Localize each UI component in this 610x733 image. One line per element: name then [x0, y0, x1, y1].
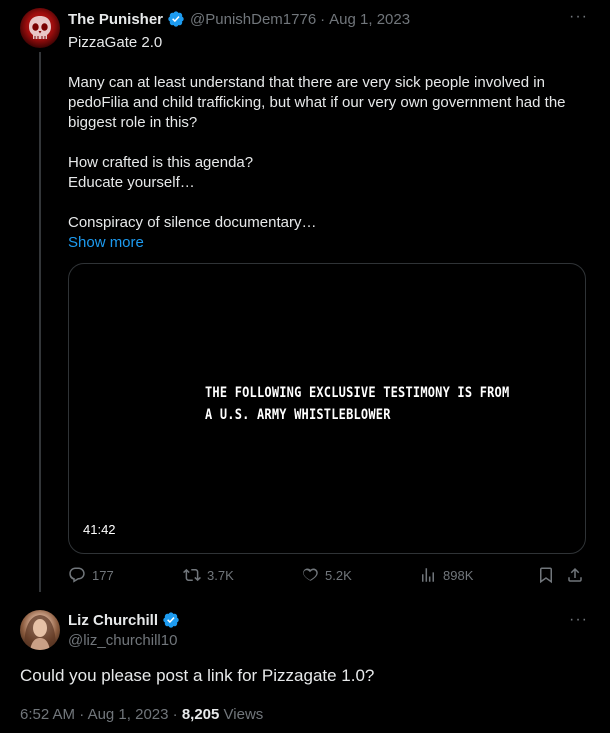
- reply-tweet: Liz Churchill @liz_churchill10 ··· Could…: [0, 600, 610, 733]
- repost-button[interactable]: 3.7K: [183, 566, 234, 584]
- verified-icon: [168, 11, 184, 27]
- bookmark-icon: [540, 567, 552, 584]
- action-bar: 177 3.7K 5.2K 898K: [68, 566, 590, 590]
- avatar[interactable]: [20, 610, 60, 650]
- separator: ·: [320, 10, 326, 28]
- tweet-meta: 6:52 AM · Aug 1, 2023 · 8,205 Views: [20, 706, 263, 723]
- verified-icon: [163, 612, 179, 628]
- views-label: Views: [223, 706, 264, 723]
- tweet-date[interactable]: Aug 1, 2023: [329, 11, 410, 28]
- like-icon: [303, 568, 318, 581]
- video-caption: THE FOLLOWING EXCLUSIVE TESTIMONY IS FRO…: [205, 382, 509, 426]
- show-more-link[interactable]: Show more: [68, 233, 593, 253]
- separator: ·: [172, 706, 178, 723]
- tweet-time[interactable]: 6:52 AM: [20, 706, 75, 723]
- parent-tweet: The Punisher @PunishDem1776 · Aug 1, 202…: [0, 0, 610, 600]
- share-icon: [568, 567, 582, 582]
- author-name[interactable]: Liz Churchill: [68, 612, 158, 629]
- reply-count: 177: [92, 567, 114, 583]
- views-button[interactable]: 898K: [419, 566, 473, 584]
- views-icon: [422, 568, 434, 582]
- author-handle[interactable]: @PunishDem1776: [190, 11, 316, 28]
- tweet-date[interactable]: Aug 1, 2023: [88, 706, 169, 723]
- tweet-line: How crafted is this agenda?: [68, 154, 254, 171]
- tweet-line: Conspiracy of silence documentary…: [68, 214, 317, 231]
- avatar[interactable]: [20, 8, 60, 48]
- bookmark-button[interactable]: [537, 566, 555, 584]
- tweet-header: Liz Churchill: [68, 611, 185, 629]
- tweet-header: The Punisher @PunishDem1776 · Aug 1, 202…: [68, 10, 410, 28]
- video-caption-line: A U.S. ARMY WHISTLEBLOWER: [205, 406, 391, 423]
- tweet-text: PizzaGate 2.0 Many can at least understa…: [68, 33, 593, 253]
- repost-count: 3.7K: [207, 567, 234, 583]
- author-handle[interactable]: @liz_churchill10: [68, 632, 177, 649]
- video-duration: 41:42: [77, 520, 122, 539]
- tweet-line: Educate yourself…: [68, 174, 195, 191]
- separator: ·: [79, 706, 85, 723]
- punisher-skull-logo: [29, 16, 51, 39]
- views-count: 898K: [443, 567, 474, 583]
- video-caption-line: THE FOLLOWING EXCLUSIVE TESTIMONY IS FRO…: [205, 384, 510, 401]
- reply-icon: [69, 567, 85, 583]
- more-options-button[interactable]: ···: [569, 8, 588, 26]
- tweet-line: Many can at least understand that there …: [68, 74, 566, 131]
- views-count: 8,205: [181, 706, 220, 723]
- profile-photo: [24, 615, 56, 650]
- like-count: 5.2K: [325, 567, 352, 583]
- share-button[interactable]: [566, 566, 584, 584]
- like-button[interactable]: 5.2K: [301, 566, 352, 584]
- tweet-line: PizzaGate 2.0: [68, 34, 163, 51]
- more-options-button[interactable]: ···: [569, 611, 588, 629]
- author-name[interactable]: The Punisher: [68, 11, 163, 28]
- video-player[interactable]: THE FOLLOWING EXCLUSIVE TESTIMONY IS FRO…: [68, 263, 586, 554]
- tweet-text: Could you please post a link for Pizzaga…: [20, 666, 375, 685]
- reply-button[interactable]: 177: [68, 566, 114, 584]
- thread-line: [39, 52, 41, 592]
- repost-icon: [183, 568, 201, 582]
